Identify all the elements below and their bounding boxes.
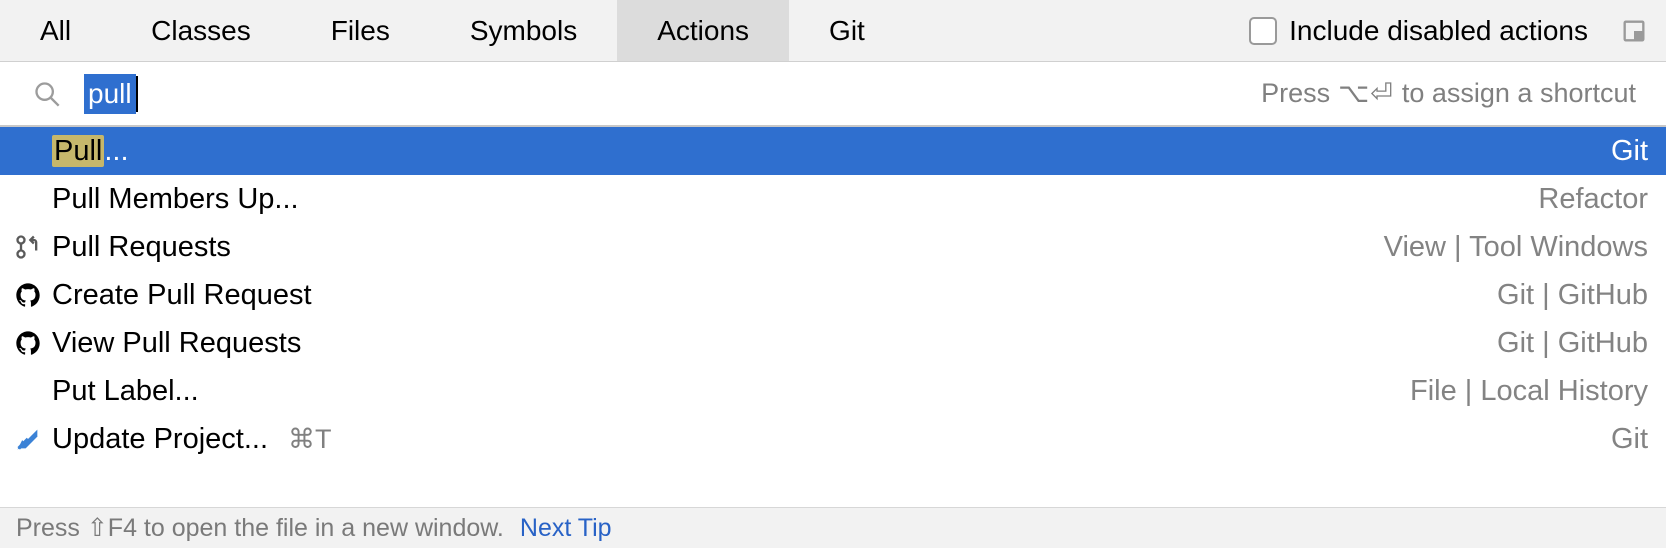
status-tip: Press ⇧F4 to open the file in a new wind… (16, 513, 504, 543)
result-context: View | Tool Windows (1384, 231, 1648, 264)
pull-request-icon (12, 231, 44, 263)
include-disabled-label: Include disabled actions (1289, 15, 1588, 47)
blank-icon (12, 375, 44, 407)
result-label: Put Label... (52, 375, 199, 408)
result-row[interactable]: Pull Requests View | Tool Windows (0, 223, 1666, 271)
search-icon (32, 79, 62, 109)
result-context: Refactor (1538, 183, 1648, 216)
result-row[interactable]: Pull Members Up... Refactor (0, 175, 1666, 223)
result-row[interactable]: Put Label... File | Local History (0, 367, 1666, 415)
results-list: Pull...GitPull Members Up...RefactorPull… (0, 127, 1666, 507)
search-tabs: All Classes Files Symbols Actions Git In… (0, 0, 1666, 62)
blank-icon (12, 183, 44, 215)
result-row[interactable]: Pull... Git (0, 127, 1666, 175)
result-row[interactable]: Create Pull Request Git | GitHub (0, 271, 1666, 319)
result-label: Pull... (52, 135, 129, 168)
next-tip-link[interactable]: Next Tip (520, 514, 612, 543)
result-label: Pull Members Up... (52, 183, 299, 216)
github-icon (12, 327, 44, 359)
result-row[interactable]: Update Project... ⌘T Git (0, 415, 1666, 463)
result-shortcut: ⌘T (288, 424, 332, 455)
result-context: Git | GitHub (1497, 327, 1648, 360)
result-context: Git | GitHub (1497, 279, 1648, 312)
github-icon (12, 279, 44, 311)
result-label: Create Pull Request (52, 279, 312, 312)
result-context: Git (1611, 423, 1648, 456)
search-row: pull Press ⌥⏎ to assign a shortcut (0, 62, 1666, 127)
pin-icon[interactable] (1620, 17, 1648, 45)
include-disabled-checkbox[interactable] (1249, 17, 1277, 45)
result-context: File | Local History (1410, 375, 1648, 408)
tab-files[interactable]: Files (291, 0, 430, 61)
search-query-text: pull (84, 74, 136, 114)
search-input[interactable]: pull (84, 74, 138, 114)
tab-all[interactable]: All (0, 0, 111, 61)
result-row[interactable]: View Pull Requests Git | GitHub (0, 319, 1666, 367)
tab-classes[interactable]: Classes (111, 0, 291, 61)
result-label: Update Project... (52, 423, 268, 456)
tab-symbols[interactable]: Symbols (430, 0, 617, 61)
result-context: Git (1611, 135, 1648, 168)
result-label: View Pull Requests (52, 327, 301, 360)
status-bar: Press ⇧F4 to open the file in a new wind… (0, 507, 1666, 548)
blank-icon (12, 135, 44, 167)
tab-git[interactable]: Git (789, 0, 905, 61)
text-caret (136, 76, 138, 112)
update-icon (12, 423, 44, 455)
result-label: Pull Requests (52, 231, 231, 264)
include-disabled-actions[interactable]: Include disabled actions (1249, 15, 1602, 47)
assign-shortcut-hint: Press ⌥⏎ to assign a shortcut (1261, 78, 1636, 109)
tab-actions[interactable]: Actions (617, 0, 789, 61)
